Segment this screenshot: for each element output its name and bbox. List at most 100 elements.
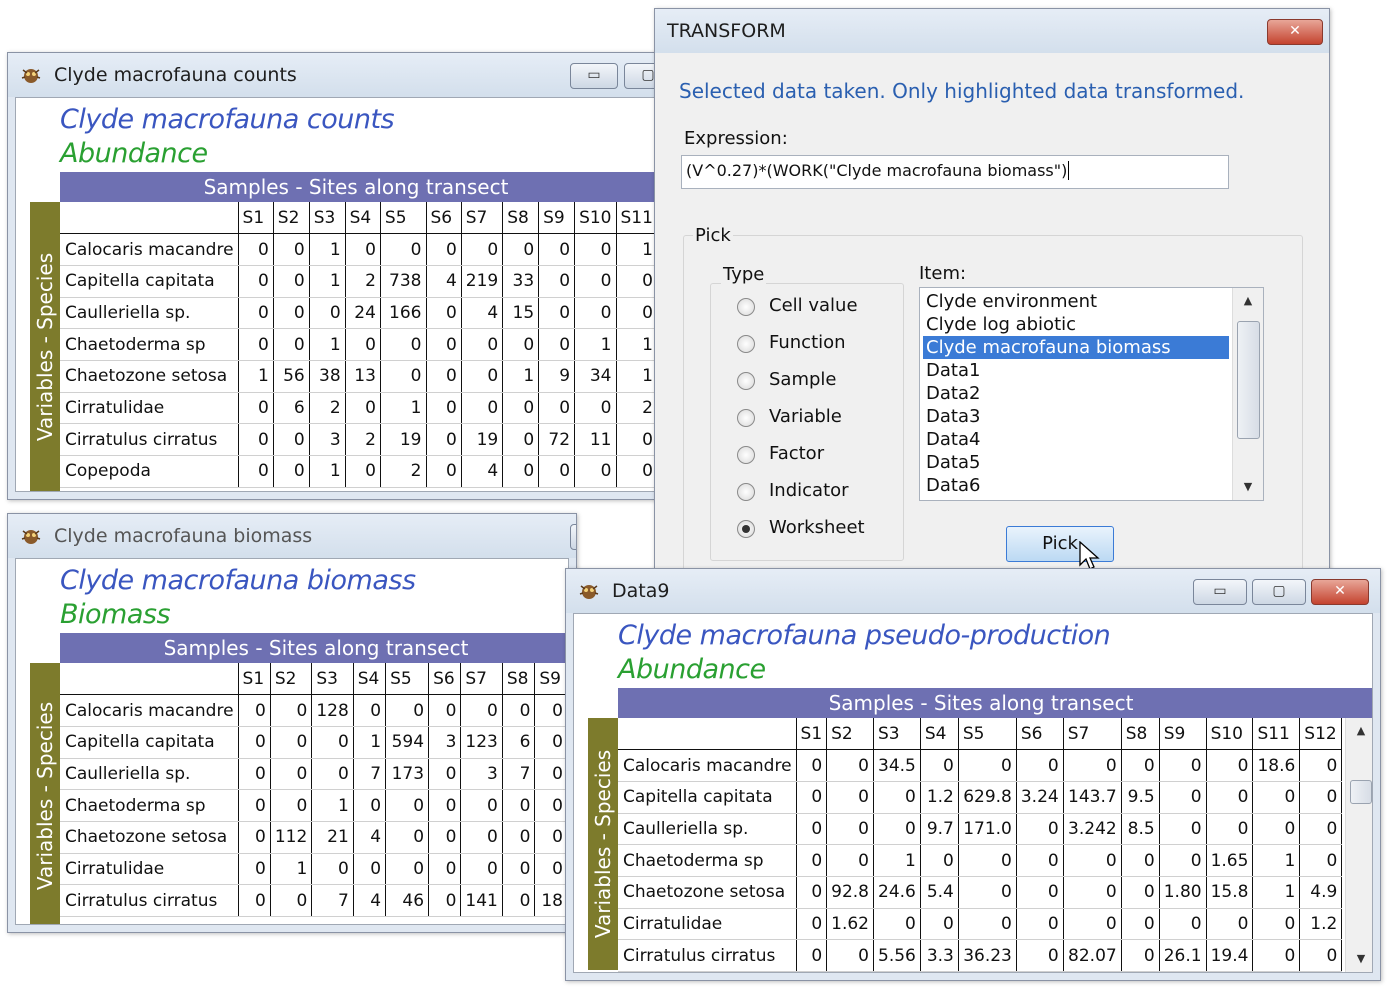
table-cell[interactable]: 0: [796, 939, 828, 972]
table-cell[interactable]: 0: [460, 789, 503, 822]
table-cell[interactable]: 1: [309, 233, 346, 266]
table-cell[interactable]: 0: [1206, 749, 1254, 782]
table-row[interactable]: Chaetoderma sp 0 0 1 0 0 0 0 0 0 1 1: [60, 328, 658, 361]
type-radio-label[interactable]: Variable: [769, 406, 842, 427]
column-header[interactable]: S9: [538, 202, 576, 235]
table-cell[interactable]: 9.7: [920, 813, 959, 846]
table-cell[interactable]: 0: [426, 233, 462, 266]
table-cell[interactable]: 0: [796, 749, 828, 782]
table-cell[interactable]: 1: [270, 853, 313, 886]
data9-scrollbar[interactable]: ▲ ▼: [1345, 718, 1372, 972]
table-cell[interactable]: 0: [1121, 908, 1160, 941]
table-cell[interactable]: 0: [796, 813, 828, 846]
table-cell[interactable]: 1: [309, 328, 346, 361]
table-cell[interactable]: 0: [273, 328, 310, 361]
table-cell[interactable]: 1: [309, 455, 346, 488]
table-row[interactable]: Chaetozone setosa 0 112 21 4 0 0 0 0 0: [60, 821, 568, 854]
table-cell[interactable]: 0: [574, 233, 617, 266]
column-header[interactable]: S8: [502, 663, 536, 696]
row-header[interactable]: Calocaris macandre: [60, 233, 239, 266]
minimize-button[interactable]: ▭: [570, 63, 618, 89]
column-header[interactable]: S3: [873, 718, 921, 751]
table-cell[interactable]: 82.07: [1063, 939, 1122, 972]
table-cell[interactable]: 0: [385, 821, 430, 854]
item-scrollbar[interactable]: ▲ ▼: [1232, 288, 1263, 500]
table-cell[interactable]: 0: [574, 455, 617, 488]
table-cell[interactable]: 0: [538, 297, 576, 330]
table-cell[interactable]: 0: [1252, 813, 1301, 846]
column-header[interactable]: S5: [958, 718, 1017, 751]
table-cell[interactable]: 0: [353, 789, 387, 822]
table-cell[interactable]: 0: [461, 233, 504, 266]
table-cell[interactable]: 0: [826, 781, 874, 814]
table-cell[interactable]: 0: [1016, 844, 1064, 877]
item-list-entry[interactable]: Clyde log abiotic: [923, 313, 1229, 336]
type-radio-cell-value[interactable]: [737, 298, 755, 316]
table-row[interactable]: Capitella capitata 0 0 0 1.2 629.8 3.24 143.7 9.…: [618, 781, 1343, 814]
table-row[interactable]: Caulleriella sp. 0 0 0 7 173 0 3 7 0: [60, 758, 568, 791]
table-row[interactable]: Capitella capitata 0 0 1 2 738 4 219 33 0 0 0: [60, 265, 658, 298]
corner-cell[interactable]: [60, 202, 239, 235]
table-cell[interactable]: 0: [428, 884, 462, 917]
table-cell[interactable]: 0: [460, 853, 503, 886]
table-cell[interactable]: 0: [616, 265, 658, 298]
table-cell[interactable]: 0: [958, 908, 1017, 941]
table-cell[interactable]: 1: [380, 392, 427, 425]
table-cell[interactable]: 34.5: [873, 749, 921, 782]
column-header[interactable]: S7: [460, 663, 503, 696]
table-cell[interactable]: 13: [345, 360, 381, 393]
table-cell[interactable]: 0: [273, 297, 310, 330]
table-cell[interactable]: 72: [538, 423, 576, 456]
table-row[interactable]: Cirratulidae 0 6 2 0 1 0 0 0 0 0 2: [60, 392, 658, 425]
table-cell[interactable]: 7: [353, 758, 387, 791]
table-cell[interactable]: 7: [502, 758, 536, 791]
table-cell[interactable]: 0: [1063, 844, 1122, 877]
row-header[interactable]: Cirratulus cirratus: [60, 884, 239, 917]
table-cell[interactable]: 1: [1252, 876, 1301, 909]
row-header[interactable]: Caulleriella sp.: [618, 813, 797, 846]
table-cell[interactable]: 5.4: [920, 876, 959, 909]
column-header[interactable]: S1: [796, 718, 828, 751]
table-cell[interactable]: 3.3: [920, 939, 959, 972]
table-cell[interactable]: 0: [238, 328, 274, 361]
table-cell[interactable]: 594: [385, 726, 430, 759]
row-header[interactable]: Caulleriella sp.: [60, 758, 239, 791]
close-button[interactable]: ✕: [1267, 19, 1323, 45]
table-cell[interactable]: 0: [1299, 781, 1343, 814]
item-list-entry[interactable]: Clyde environment: [923, 290, 1229, 313]
table-cell[interactable]: 0: [826, 844, 874, 877]
close-button[interactable]: ✕: [1311, 579, 1369, 605]
table-cell[interactable]: 0: [1121, 844, 1160, 877]
table-cell[interactable]: 0: [502, 821, 536, 854]
item-list-entry[interactable]: Data3: [923, 405, 1229, 428]
table-cell[interactable]: 0: [534, 853, 568, 886]
table-cell[interactable]: 141: [460, 884, 503, 917]
scroll-thumb[interactable]: [1350, 780, 1372, 804]
table-cell[interactable]: 0: [502, 392, 540, 425]
table-cell[interactable]: 0: [428, 694, 462, 727]
column-header[interactable]: S6: [428, 663, 462, 696]
column-header[interactable]: S4: [345, 202, 381, 235]
table-cell[interactable]: 24: [345, 297, 381, 330]
type-radio-function[interactable]: [737, 335, 755, 353]
table-cell[interactable]: 0: [461, 328, 504, 361]
counts-titlebar[interactable]: Clyde macrofauna counts ▭ ▢: [8, 53, 666, 97]
table-cell[interactable]: 4: [353, 821, 387, 854]
table-cell[interactable]: 92.8: [826, 876, 874, 909]
row-header[interactable]: Capitella capitata: [60, 726, 239, 759]
table-cell[interactable]: 0: [270, 884, 313, 917]
table-cell[interactable]: 0: [796, 876, 828, 909]
table-cell[interactable]: 0: [1206, 908, 1254, 941]
table-cell[interactable]: 0: [1063, 749, 1122, 782]
biomass-window[interactable]: Clyde macrofauna biomass ▭ Clyde macrofa…: [7, 513, 577, 933]
table-cell[interactable]: 3: [309, 423, 346, 456]
table-row[interactable]: Copepoda 0 0 1 0 2 0 4 0 0 0 0: [60, 455, 658, 488]
table-cell[interactable]: 0: [574, 297, 617, 330]
table-cell[interactable]: 2: [616, 392, 658, 425]
table-cell[interactable]: 1.65: [1206, 844, 1254, 877]
table-cell[interactable]: 4: [461, 455, 504, 488]
column-header[interactable]: S11: [616, 202, 658, 235]
table-cell[interactable]: 123: [460, 726, 503, 759]
table-cell[interactable]: 18: [534, 884, 568, 917]
table-cell[interactable]: 9.5: [1121, 781, 1160, 814]
